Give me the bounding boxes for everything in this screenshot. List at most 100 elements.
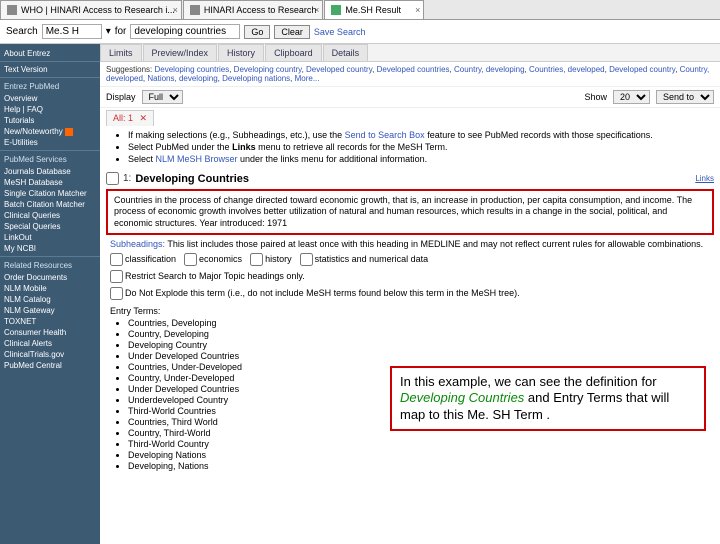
subtab[interactable]: Preview/Index xyxy=(143,44,218,61)
sidebar: About Entrez Text Version Entrez PubMed … xyxy=(0,44,100,544)
tips: If making selections (e.g., Subheadings,… xyxy=(100,126,720,170)
sidebar-item[interactable]: LinkOut xyxy=(0,232,100,243)
search-bar: Search ▾ for Go Clear Save Search xyxy=(0,20,720,44)
subheadings-link[interactable]: Subheadings: xyxy=(110,239,165,249)
subheading-check[interactable]: classification xyxy=(110,254,176,264)
sidebar-item[interactable]: MeSH Database xyxy=(0,177,100,188)
entry-term: Developing Country xyxy=(128,340,720,350)
sidebar-item[interactable]: Batch Citation Matcher xyxy=(0,199,100,210)
sidebar-item[interactable]: NLM Mobile xyxy=(0,283,100,294)
sidebar-item[interactable]: Consumer Health xyxy=(0,327,100,338)
sidebar-about[interactable]: About Entrez xyxy=(0,48,100,59)
subtab[interactable]: History xyxy=(218,44,264,61)
subheading-check[interactable]: history xyxy=(250,254,292,264)
suggestion-link[interactable]: Developed country xyxy=(306,65,372,74)
sidebar-section-related: Related Resources xyxy=(0,259,100,272)
sidebar-item[interactable]: New/Noteworthy xyxy=(0,126,100,137)
tip-item: Select PubMed under the Links menu to re… xyxy=(128,142,710,152)
go-button[interactable]: Go xyxy=(244,25,270,39)
result-count-tab[interactable]: All: 1 ✕ xyxy=(106,110,154,126)
entry-term: Country, Developing xyxy=(128,329,720,339)
sidebar-item[interactable]: NLM Gateway xyxy=(0,305,100,316)
browser-tab-2[interactable]: HINARI Access to Research× xyxy=(183,0,324,19)
clear-button[interactable]: Clear xyxy=(274,25,310,39)
entry-term: Developing Nations xyxy=(128,450,720,460)
result-number: 1: xyxy=(123,173,131,184)
search-db-input[interactable] xyxy=(42,24,102,39)
result-links[interactable]: Links xyxy=(695,174,714,183)
suggestion-link[interactable]: Nations, developing xyxy=(147,74,217,83)
show-count-select[interactable]: 20 xyxy=(613,90,650,104)
sidebar-section-pubmed: PubMed Services xyxy=(0,153,100,166)
rss-icon xyxy=(65,128,73,136)
page-icon xyxy=(190,5,200,15)
tip-item: Select NLM MeSH Browser under the links … xyxy=(128,154,710,164)
subtab[interactable]: Details xyxy=(323,44,369,61)
restrict-check[interactable]: Restrict Search to Major Topic headings … xyxy=(110,271,305,281)
sidebar-item[interactable]: ClinicalTrials.gov xyxy=(0,349,100,360)
sidebar-item[interactable]: Order Documents xyxy=(0,272,100,283)
search-term-input[interactable] xyxy=(130,24,240,39)
definition-box: Countries in the process of change direc… xyxy=(106,189,714,235)
save-search-link[interactable]: Save Search xyxy=(314,27,366,37)
sidebar-item[interactable]: Clinical Alerts xyxy=(0,338,100,349)
entry-term: Developing, Nations xyxy=(128,461,720,471)
close-icon[interactable]: × xyxy=(173,5,178,15)
result-title[interactable]: Developing Countries xyxy=(135,173,249,185)
subheading-check[interactable]: statistics and numerical data xyxy=(300,254,429,264)
subtab[interactable]: Limits xyxy=(100,44,142,61)
suggestion-link[interactable]: Developing nations xyxy=(222,74,290,83)
subheading-check[interactable]: economics xyxy=(184,254,242,264)
suggestion-link[interactable]: Countries, developed xyxy=(529,65,605,74)
suggestion-link[interactable]: Developed countries xyxy=(377,65,450,74)
show-label: Show xyxy=(584,92,607,102)
sidebar-text-version[interactable]: Text Version xyxy=(0,64,100,75)
sidebar-item[interactable]: E-Utilities xyxy=(0,137,100,148)
sidebar-item[interactable]: TOXNET xyxy=(0,316,100,327)
more-link[interactable]: More... xyxy=(295,74,320,83)
browser-tabs: WHO | HINARI Access to Research i...× HI… xyxy=(0,0,720,20)
sidebar-item[interactable]: NLM Catalog xyxy=(0,294,100,305)
subtabs: LimitsPreview/IndexHistoryClipboardDetai… xyxy=(100,44,720,62)
sidebar-item[interactable]: Clinical Queries xyxy=(0,210,100,221)
sidebar-section-entrez: Entrez PubMed xyxy=(0,80,100,93)
browser-tab-3[interactable]: Me.SH Result× xyxy=(324,0,424,19)
annotation-callout: In this example, we can see the definiti… xyxy=(390,366,706,431)
subtab[interactable]: Clipboard xyxy=(265,44,322,61)
browser-tab-1[interactable]: WHO | HINARI Access to Research i...× xyxy=(0,0,182,19)
sidebar-item[interactable]: Journals Database xyxy=(0,166,100,177)
noexplode-row: Do Not Explode this term (i.e., do not i… xyxy=(100,285,720,302)
sidebar-item[interactable]: Special Queries xyxy=(0,221,100,232)
suggestions-row: Suggestions: Developing countries, Devel… xyxy=(100,62,720,87)
tip-link[interactable]: Send to Search Box xyxy=(345,130,425,140)
sidebar-item[interactable]: Overview xyxy=(0,93,100,104)
sidebar-item[interactable]: My NCBI xyxy=(0,243,100,254)
display-row: Display Full Show 20 Send to xyxy=(100,87,720,108)
chevron-down-icon[interactable]: ▾ xyxy=(106,26,111,37)
restrict-row: Restrict Search to Major Topic headings … xyxy=(100,268,720,285)
for-label: for xyxy=(115,26,127,37)
close-icon[interactable]: × xyxy=(415,5,420,15)
page-icon xyxy=(7,5,17,15)
display-label: Display xyxy=(106,92,136,102)
close-icon[interactable]: ✕ xyxy=(137,113,147,123)
sidebar-item[interactable]: Single Citation Matcher xyxy=(0,188,100,199)
result-header: 1: Developing Countries Links xyxy=(100,170,720,187)
entry-term: Countries, Developing xyxy=(128,318,720,328)
suggestion-link[interactable]: Country, developing xyxy=(454,65,525,74)
subheading-checks: classification economics history statistics… xyxy=(100,251,720,268)
display-mode-select[interactable]: Full xyxy=(142,90,183,104)
sidebar-item[interactable]: Help | FAQ xyxy=(0,104,100,115)
suggestion-link[interactable]: Developed country xyxy=(609,65,675,74)
sendto-select[interactable]: Send to xyxy=(656,90,714,104)
search-label: Search xyxy=(6,26,38,37)
sidebar-item[interactable]: Tutorials xyxy=(0,115,100,126)
suggestion-link[interactable]: Developing countries xyxy=(155,65,230,74)
sidebar-item[interactable]: PubMed Central xyxy=(0,360,100,371)
noexplode-check[interactable]: Do Not Explode this term (i.e., do not i… xyxy=(110,288,520,298)
result-checkbox[interactable] xyxy=(106,172,119,185)
tip-item: If making selections (e.g., Subheadings,… xyxy=(128,130,710,140)
tip-link[interactable]: NLM MeSH Browser xyxy=(156,154,238,164)
suggestion-link[interactable]: Developing country xyxy=(234,65,302,74)
close-icon[interactable]: × xyxy=(314,5,319,15)
